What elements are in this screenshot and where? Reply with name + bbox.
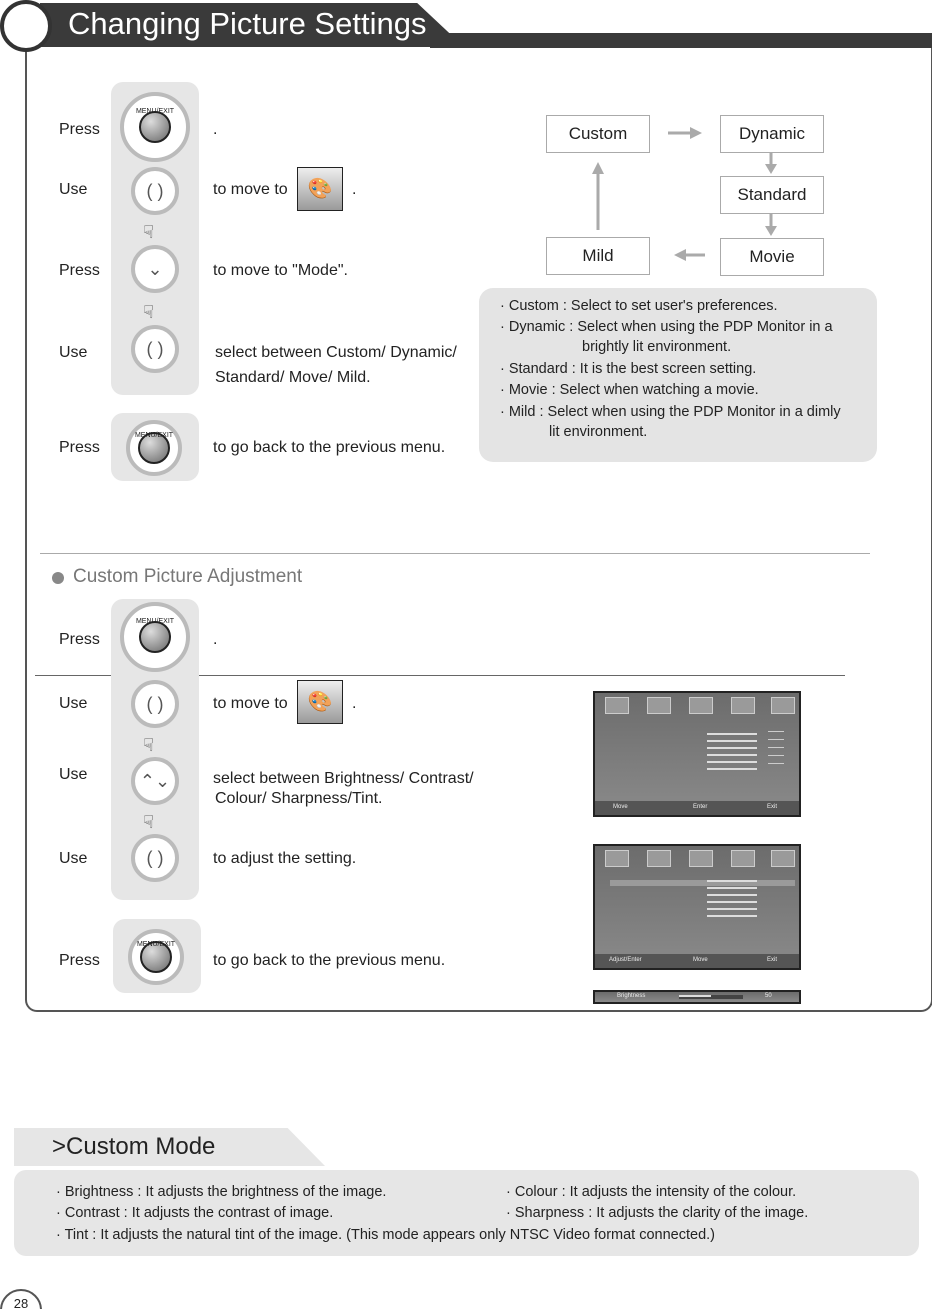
osd-screenshot-brightness-selected: Adjust/Enter Move Exit [593, 844, 801, 970]
custom-mode-item: · Colour : It adjusts the intensity of t… [506, 1184, 797, 1200]
info-line: · Movie : Select when watching a movie. [500, 382, 759, 398]
step-text: to move to [213, 181, 288, 198]
step-text: Standard/ Move/ Mild. [215, 369, 371, 386]
step-text: to move to [213, 695, 288, 712]
hand-pointer-icon: ☟ [143, 222, 154, 242]
step-verb: Use [59, 695, 88, 712]
custom-mode-item: · Sharpness : It adjusts the clarity of … [506, 1205, 809, 1221]
step-verb: Press [59, 121, 100, 138]
hand-pointer-icon: ☟ [143, 812, 154, 832]
picture-menu-icon: 🎨 [297, 680, 343, 724]
page-title: Changing Picture Settings [68, 6, 427, 41]
custom-mode-panel: · Brightness : It adjusts the brightness… [14, 1170, 919, 1256]
step-verb: Press [59, 631, 100, 648]
step-verb: Use [59, 344, 88, 361]
up-down-arrows-icon: ⌃⌄ [131, 757, 179, 805]
step-text: to adjust the setting. [213, 850, 357, 867]
step-verb: Use [59, 766, 88, 783]
info-line: · Standard : It is the best screen setti… [500, 361, 757, 377]
step-text: . [352, 695, 357, 712]
divider [40, 553, 870, 554]
osd-value: 50 [765, 993, 772, 999]
step-verb: Press [59, 952, 100, 969]
step-text: to go back to the previous menu. [213, 952, 446, 969]
step-text: . [352, 181, 357, 198]
hand-pointer-icon: ☟ [143, 302, 154, 322]
menu-exit-button-icon: MENU/EXIT [120, 602, 190, 672]
osd-label: Enter [693, 804, 708, 810]
menu-exit-button-icon: MENU/EXIT [128, 929, 184, 985]
step-text: Colour/ Sharpness/Tint. [215, 790, 383, 807]
info-line: brightly lit environment. [582, 339, 732, 355]
custom-mode-item: · Contrast : It adjusts the contrast of … [56, 1205, 334, 1221]
step-verb: Press [59, 262, 100, 279]
osd-label: Exit [767, 804, 778, 810]
page-number: 28 [0, 1289, 42, 1309]
picture-menu-icon: 🎨 [297, 167, 343, 211]
header-circle [0, 0, 52, 52]
left-right-arrows-icon: ( ) [131, 680, 179, 728]
info-line: · Mild : Select when using the PDP Monit… [500, 404, 841, 420]
custom-mode-item: · Brightness : It adjusts the brightness… [56, 1184, 387, 1200]
menu-exit-button-icon: MENU/EXIT [120, 92, 190, 162]
osd-label: Brightness [617, 993, 646, 999]
step-text: . [213, 631, 218, 648]
step-text: select between Brightness/ Contrast/ [213, 770, 474, 787]
manual-page: Changing Picture Settings MENU/EXIT Pres… [0, 0, 932, 1309]
left-right-arrows-icon: ( ) [131, 834, 179, 882]
osd-label: Move [693, 957, 708, 963]
step-verb: Press [59, 439, 100, 456]
mode-cycle-arrows [592, 127, 777, 261]
custom-mode-title-text: Custom Mode [66, 1133, 216, 1160]
osd-label: Exit [767, 957, 778, 963]
info-line: lit environment. [549, 424, 648, 440]
left-right-arrows-icon: ( ) [131, 325, 179, 373]
step-verb: Use [59, 850, 88, 867]
info-line: · Custom : Select to set user's preferen… [500, 298, 778, 314]
step-text: to move to "Mode". [213, 262, 348, 279]
step-text: select between Custom/ Dynamic/ [215, 344, 457, 361]
hand-pointer-icon: ☟ [143, 735, 154, 755]
mode-info-box: · Custom : Select to set user's preferen… [479, 288, 877, 462]
section-title: Custom Picture Adjustment [73, 566, 303, 587]
left-right-arrows-icon: ( ) [131, 167, 179, 215]
info-line: · Dynamic : Select when using the PDP Mo… [500, 319, 833, 335]
custom-mode-title: >Custom Mode [52, 1133, 216, 1160]
menu-exit-button-icon: MENU/EXIT [126, 420, 182, 476]
header-rule [430, 33, 932, 48]
osd-label: Adjust/Enter [609, 957, 642, 963]
down-arrow-icon: ⌄ [131, 245, 179, 293]
step-text: . [213, 121, 218, 138]
osd-brightness-bar: Brightness 50 [593, 990, 801, 1004]
osd-label: Move [613, 804, 628, 810]
custom-mode-item: · Tint : It adjusts the natural tint of … [56, 1227, 715, 1243]
step-text: to go back to the previous menu. [213, 439, 446, 456]
bullet-dot-icon [52, 572, 64, 584]
osd-screenshot-picture-menu: Move Enter Exit [593, 691, 801, 817]
step-verb: Use [59, 181, 88, 198]
